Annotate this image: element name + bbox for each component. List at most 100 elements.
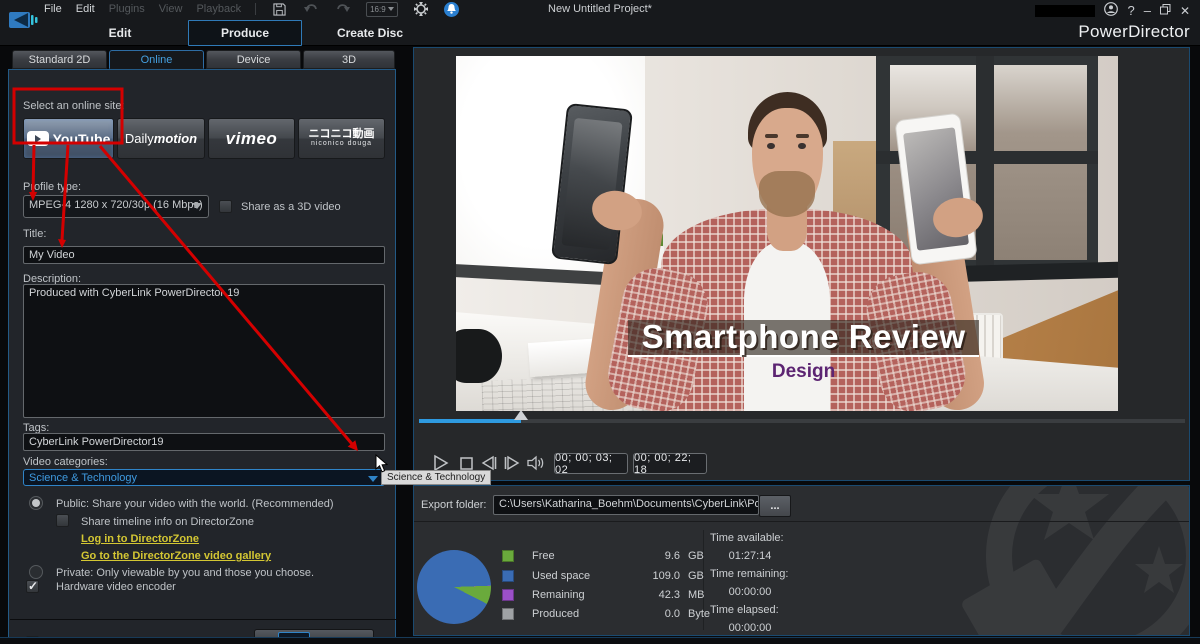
tab-online[interactable]: Online <box>109 50 204 69</box>
legend-swatch-remaining <box>502 589 514 601</box>
save-icon[interactable] <box>270 1 288 17</box>
total-timecode: 00; 00; 22; 18 <box>633 452 707 476</box>
next-frame-button[interactable] <box>499 451 523 475</box>
undo-icon <box>302 1 320 17</box>
time-remaining-value: 00:00:00 <box>728 586 772 598</box>
legend-swatch-used <box>502 570 514 582</box>
private-radio[interactable] <box>29 565 43 579</box>
hardware-encoder-checkbox[interactable] <box>26 579 39 593</box>
video-categories-dropdown[interactable]: Science & Technology <box>23 469 385 486</box>
youtube-play-icon <box>26 131 49 146</box>
title-label: Title: <box>23 228 47 240</box>
mode-tabs: Edit Produce Create Disc <box>60 20 430 46</box>
help-icon[interactable]: ? <box>1127 3 1134 18</box>
notifications-bell-icon[interactable] <box>443 1 459 17</box>
redacted-account-name <box>1035 4 1096 17</box>
video-categories-label: Video categories: <box>23 456 108 468</box>
online-settings-panel: Select an online site: YouTube Dailymoti… <box>8 69 396 644</box>
legend-swatch-produced <box>502 608 514 620</box>
tab-3d[interactable]: 3D <box>303 50 395 69</box>
redo-icon <box>334 1 352 17</box>
legend-label: Free <box>532 550 555 562</box>
restore-icon[interactable] <box>1159 3 1171 18</box>
private-label: Private: Only viewable by you and those … <box>56 567 315 579</box>
output-panel: Export folder: C:\Users\Katharina_Boehm\… <box>413 485 1190 636</box>
toolbar-separator <box>255 3 257 15</box>
tab-device[interactable]: Device <box>206 50 301 69</box>
seek-thumb[interactable] <box>514 410 528 420</box>
disk-pie-chart <box>417 550 491 624</box>
youtube-site-button[interactable]: YouTube <box>23 118 114 159</box>
legend-value: 109.0 <box>652 570 680 582</box>
niconico-site-button[interactable]: ニコニコ動画 niconico douga <box>298 118 385 159</box>
produce-left-panel: Standard 2D Online Device 3D Select an o… <box>8 47 398 644</box>
video-overlay-title: Smartphone Review <box>641 317 966 355</box>
profile-type-dropdown[interactable]: MPEG-4 1280 x 720/30p (16 Mbps) <box>23 195 209 218</box>
title-bar: File Edit Plugins View Playback 16:9 New… <box>0 0 1200 46</box>
time-available-label: Time available: <box>710 532 784 544</box>
powerdirector-logo-icon <box>8 7 40 35</box>
share-3d-checkbox[interactable] <box>219 200 232 213</box>
legend-label: Remaining <box>532 589 585 601</box>
time-elapsed-value: 00:00:00 <box>728 622 772 634</box>
description-textarea[interactable]: Produced with CyberLink PowerDirector 19 <box>23 284 385 418</box>
seek-bar[interactable] <box>419 410 1185 423</box>
tab-standard-2d[interactable]: Standard 2D <box>12 50 107 69</box>
aspect-ratio-value: 16:9 <box>370 4 386 14</box>
login-directorzone-link[interactable]: Log in to DirectorZone <box>81 533 199 545</box>
preview-panel: Smartphone Review Design 00; 00; 03; 02 … <box>413 47 1190 481</box>
video-preview[interactable]: Smartphone Review Design <box>456 56 1118 411</box>
minimize-icon[interactable]: – <box>1144 3 1151 18</box>
vimeo-site-button[interactable]: vimeo <box>208 118 295 159</box>
menu-playback: Playback <box>196 3 242 15</box>
select-site-label: Select an online site: <box>23 100 125 112</box>
export-folder-label: Export folder: <box>421 499 487 511</box>
browse-folder-button[interactable]: ... <box>759 495 791 517</box>
share-3d-label: Share as a 3D video <box>241 201 341 213</box>
legend-row-used: Used space 109.0 GB <box>502 568 722 584</box>
settings-gear-icon[interactable] <box>412 1 430 17</box>
legend-label: Used space <box>532 570 591 582</box>
menu-file[interactable]: File <box>44 3 62 15</box>
tab-edit[interactable]: Edit <box>60 21 180 45</box>
bottom-frame-bar <box>0 637 1200 644</box>
output-divider <box>414 521 1189 522</box>
menu-edit[interactable]: Edit <box>76 3 95 15</box>
legend-value: 9.6 <box>664 550 680 562</box>
project-title: New Untitled Project* <box>548 3 652 15</box>
man-head <box>746 91 829 220</box>
panel-divider <box>10 619 396 620</box>
account-avatar-icon[interactable] <box>1104 2 1119 19</box>
directorzone-gallery-link[interactable]: Go to the DirectorZone video gallery <box>81 550 271 562</box>
niconico-label-jp: ニコニコ動画 <box>308 128 375 140</box>
time-remaining-label: Time remaining: <box>710 568 789 580</box>
vimeo-label: vimeo <box>225 128 278 148</box>
share-timeline-label: Share timeline info on DirectorZone <box>81 516 255 528</box>
public-label: Public: Share your video with the world.… <box>56 498 334 510</box>
powerdirector-window: File Edit Plugins View Playback 16:9 New… <box>0 0 1200 644</box>
close-icon[interactable]: ✕ <box>1180 4 1190 18</box>
legend-label: Produced <box>532 608 580 620</box>
volume-button[interactable] <box>524 451 548 475</box>
menu-view: View <box>158 3 183 15</box>
menu-plugins: Plugins <box>108 3 145 15</box>
legend-row-free: Free 9.6 GB <box>502 548 722 564</box>
current-timecode: 00; 00; 03; 02 <box>554 452 628 476</box>
title-input[interactable]: My Video <box>23 246 385 264</box>
export-folder-input[interactable]: C:\Users\Katharina_Boehm\Documents\Cyber… <box>493 495 759 515</box>
tab-produce[interactable]: Produce <box>188 20 302 46</box>
aspect-ratio-button[interactable]: 16:9 <box>366 1 398 17</box>
dropdown-arrow-icon <box>368 476 378 482</box>
niconico-label-en: niconico douga <box>310 140 373 147</box>
seek-progress <box>419 419 521 423</box>
tags-input[interactable]: CyberLink PowerDirector19 <box>23 433 385 451</box>
share-timeline-checkbox[interactable] <box>56 514 69 527</box>
time-elapsed-label: Time elapsed: <box>710 604 779 616</box>
menu-bar: File Edit Plugins View Playback 16:9 <box>44 0 459 18</box>
video-overlay-subtitle: Design <box>771 361 836 383</box>
dailymotion-site-button[interactable]: Dailymotion <box>117 118 205 159</box>
category-tooltip: Science & Technology <box>381 470 492 485</box>
video-categories-value: Science & Technology <box>29 472 138 484</box>
public-radio[interactable] <box>29 496 43 510</box>
tab-create-disc[interactable]: Create Disc <box>310 21 430 45</box>
